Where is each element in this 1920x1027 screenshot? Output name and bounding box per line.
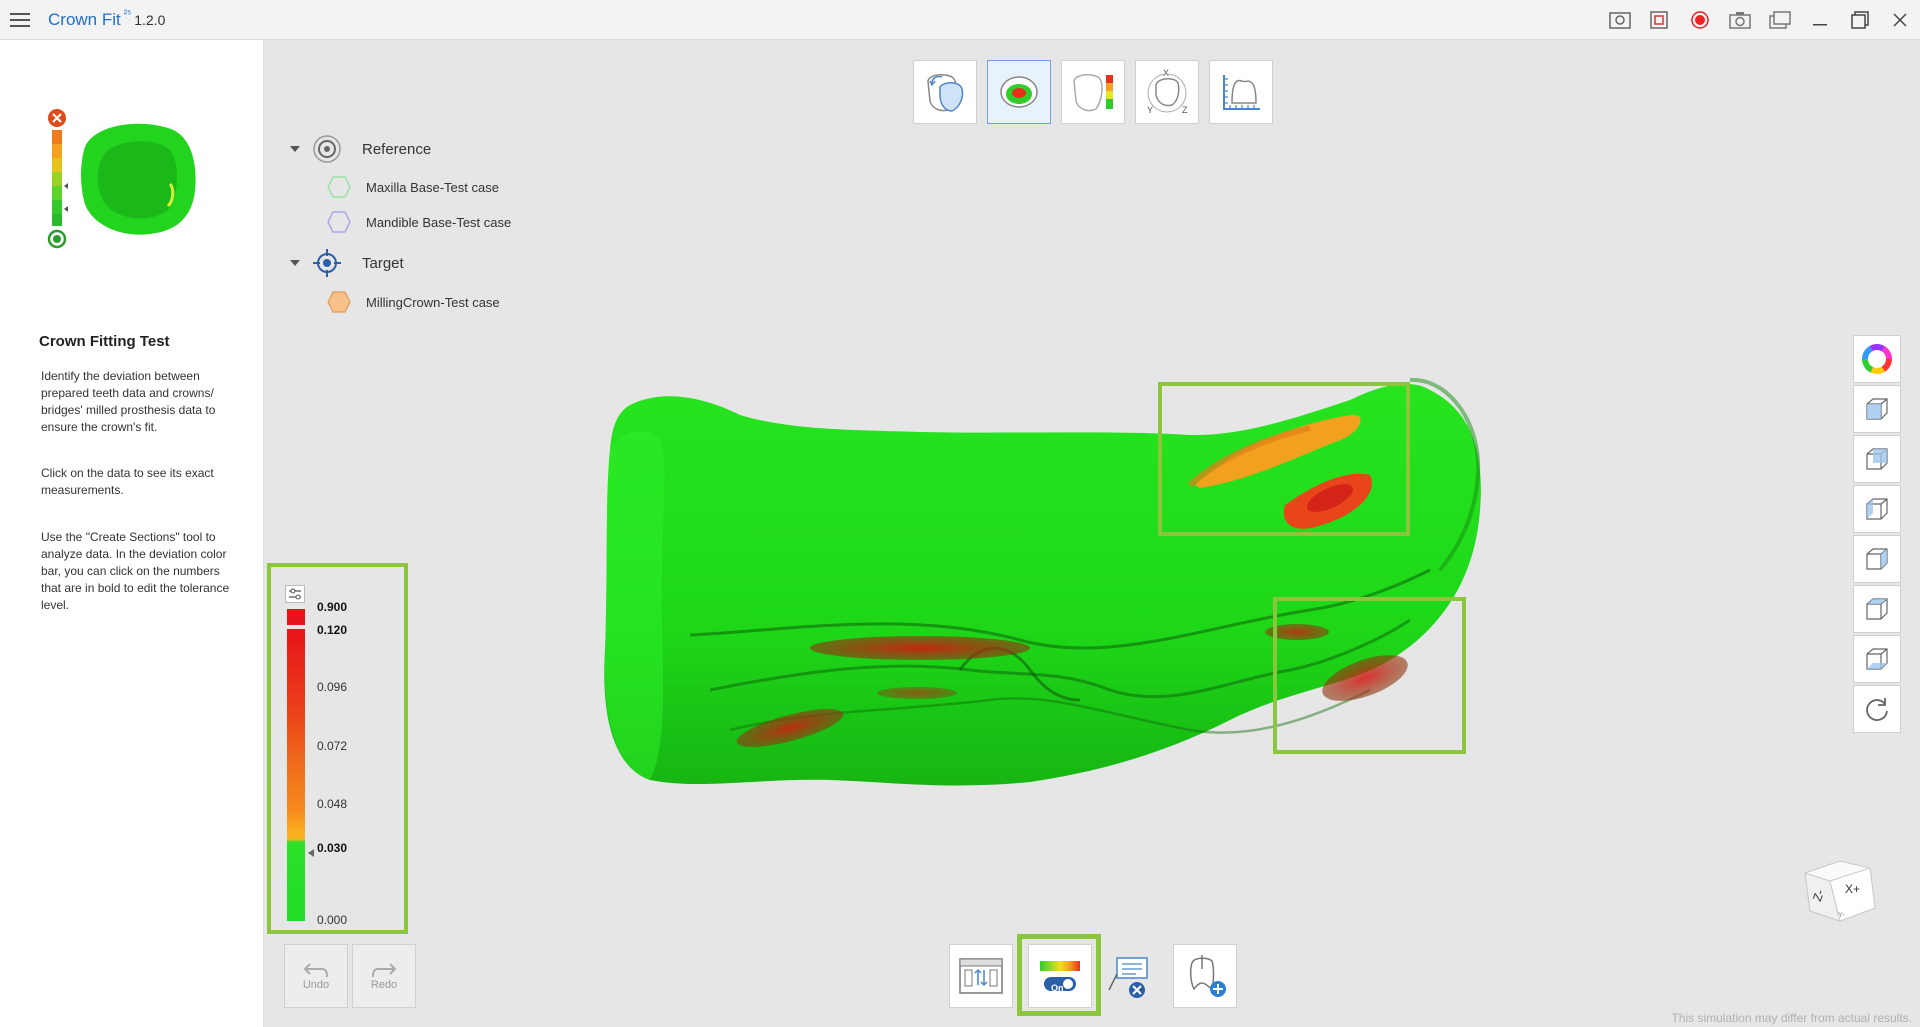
title-bar: Crown Fit ²⁵ 1.2.0	[0, 0, 1920, 40]
simulation-disclaimer: This simulation may differ from actual r…	[1671, 1011, 1912, 1025]
reset-rotate-icon	[1866, 698, 1888, 721]
gallery-icon[interactable]	[1760, 0, 1800, 40]
measure-ruler-icon	[1223, 75, 1260, 110]
view-bottom-button[interactable]	[1853, 635, 1901, 683]
crown-thumbnail	[47, 109, 196, 249]
close-icon[interactable]	[1880, 0, 1920, 40]
deviation-label-tolerance[interactable]: 0.030	[317, 841, 347, 855]
deviation-settings-icon[interactable]	[285, 585, 305, 603]
svg-text:Y-: Y-	[1838, 912, 1845, 919]
minimize-icon[interactable]	[1800, 0, 1840, 40]
measure-button[interactable]	[1209, 60, 1273, 124]
add-tooth-icon	[1189, 955, 1226, 997]
hamburger-menu-icon[interactable]	[0, 0, 40, 40]
align-tooth-icon	[927, 74, 964, 112]
view-front-button[interactable]	[1853, 385, 1901, 433]
app-badge: ²⁵	[123, 9, 132, 20]
tree-item-label: Maxilla Base-Test case	[366, 179, 499, 195]
deviation-scale-button[interactable]	[1061, 60, 1125, 124]
tree-group-reference[interactable]: Reference	[290, 134, 431, 164]
deviation-label-max[interactable]: 0.900	[317, 600, 347, 614]
color-picker-button[interactable]	[1853, 335, 1901, 383]
svg-text:X+: X+	[1845, 882, 1860, 896]
tree-item-crown[interactable]: MillingCrown-Test case	[326, 290, 500, 314]
deviation-highlight-box	[1273, 597, 1466, 754]
deviation-label: 0.072	[317, 739, 348, 753]
mandible-visibility-icon[interactable]	[326, 210, 352, 234]
deviation-map-icon	[1000, 76, 1038, 108]
capture-screen-icon[interactable]	[1600, 0, 1640, 40]
undo-button[interactable]: Undo	[284, 944, 348, 1008]
cube-left-icon	[1866, 498, 1888, 520]
deviation-label: 0.048	[317, 797, 348, 811]
app-version: 1.2.0	[134, 11, 166, 28]
crop-record-icon[interactable]	[1640, 0, 1680, 40]
redo-icon	[372, 963, 397, 978]
xyz-axis-icon: X Y Z	[1147, 68, 1188, 115]
camera-icon[interactable]	[1720, 0, 1760, 40]
toggle-highlight-box	[1017, 934, 1101, 1016]
deviation-gradient	[287, 629, 305, 921]
svg-text:Z: Z	[1182, 105, 1188, 115]
view-right-button[interactable]	[1853, 535, 1901, 583]
view-back-button[interactable]	[1853, 435, 1901, 483]
cube-right-icon	[1866, 548, 1888, 570]
section-view-button[interactable]	[949, 944, 1013, 1008]
view-left-button[interactable]	[1853, 485, 1901, 533]
deviation-highlight-box	[1158, 382, 1410, 536]
reference-target-icon	[313, 135, 341, 163]
svg-text:X: X	[1163, 68, 1169, 78]
maximize-icon[interactable]	[1840, 0, 1880, 40]
maxilla-visibility-icon[interactable]	[326, 175, 352, 199]
cube-top-icon	[1866, 598, 1888, 620]
panel-instruction-sections: Use the "Create Sections" tool to analyz…	[41, 530, 230, 612]
collapse-caret-icon[interactable]	[290, 146, 300, 152]
tolerance-marker-icon	[308, 849, 314, 857]
tree-reference-label: Reference	[362, 140, 432, 158]
deviation-scale-icon	[1073, 74, 1113, 112]
record-icon[interactable]	[1680, 0, 1720, 40]
tree-item-label: MillingCrown-Test case	[366, 294, 500, 310]
tree-group-target[interactable]: Target	[290, 248, 404, 278]
cube-front-icon	[1866, 398, 1888, 420]
tree-target-label: Target	[362, 254, 404, 272]
cube-bottom-icon	[1866, 648, 1888, 670]
add-tooth-button[interactable]	[1173, 944, 1237, 1008]
app-name: Crown Fit	[48, 9, 121, 29]
deviation-label: 0.096	[317, 680, 348, 694]
tree-item-mandible[interactable]: Mandible Base-Test case	[326, 210, 511, 234]
undo-icon	[303, 963, 328, 978]
navigation-cube[interactable]: Z- X+ Y-	[1800, 853, 1880, 928]
left-panel: Crown Fitting Test Identify the deviatio…	[0, 40, 264, 1027]
panel-instruction-click: Click on the data to see its exact measu…	[41, 466, 214, 497]
collapse-caret-icon[interactable]	[290, 260, 300, 266]
tree-item-maxilla[interactable]: Maxilla Base-Test case	[326, 175, 499, 199]
deviation-overflow-swatch	[287, 609, 305, 625]
panel-description: Identify the deviation between prepared …	[41, 369, 216, 434]
section-arrows-icon	[959, 958, 1003, 994]
view-top-button[interactable]	[1853, 585, 1901, 633]
crown-fitting-test-button[interactable]	[987, 60, 1051, 124]
color-wheel-icon	[1862, 344, 1892, 374]
clear-labels-button[interactable]	[1103, 954, 1151, 1002]
axis-view-button[interactable]: X Y Z	[1135, 60, 1199, 124]
deviation-label-upper[interactable]: 0.120	[317, 623, 347, 637]
cube-back-icon	[1866, 448, 1888, 470]
clear-labels-icon	[1108, 957, 1148, 998]
svg-text:Y: Y	[1147, 105, 1153, 115]
panel-title: Crown Fitting Test	[39, 333, 170, 350]
tree-item-label: Mandible Base-Test case	[366, 214, 512, 230]
redo-label: Redo	[370, 979, 398, 991]
crown-visibility-icon[interactable]	[326, 290, 352, 314]
redo-button[interactable]: Redo	[352, 944, 416, 1008]
deviation-color-bar: 0.900 0.120 0.096 0.072 0.048 0.030 0.00…	[267, 563, 408, 934]
align-data-button[interactable]	[913, 60, 977, 124]
reset-view-button[interactable]	[1853, 685, 1901, 733]
target-crosshair-icon	[313, 249, 341, 277]
undo-label: Undo	[302, 979, 330, 991]
deviation-label-min: 0.000	[317, 913, 348, 927]
